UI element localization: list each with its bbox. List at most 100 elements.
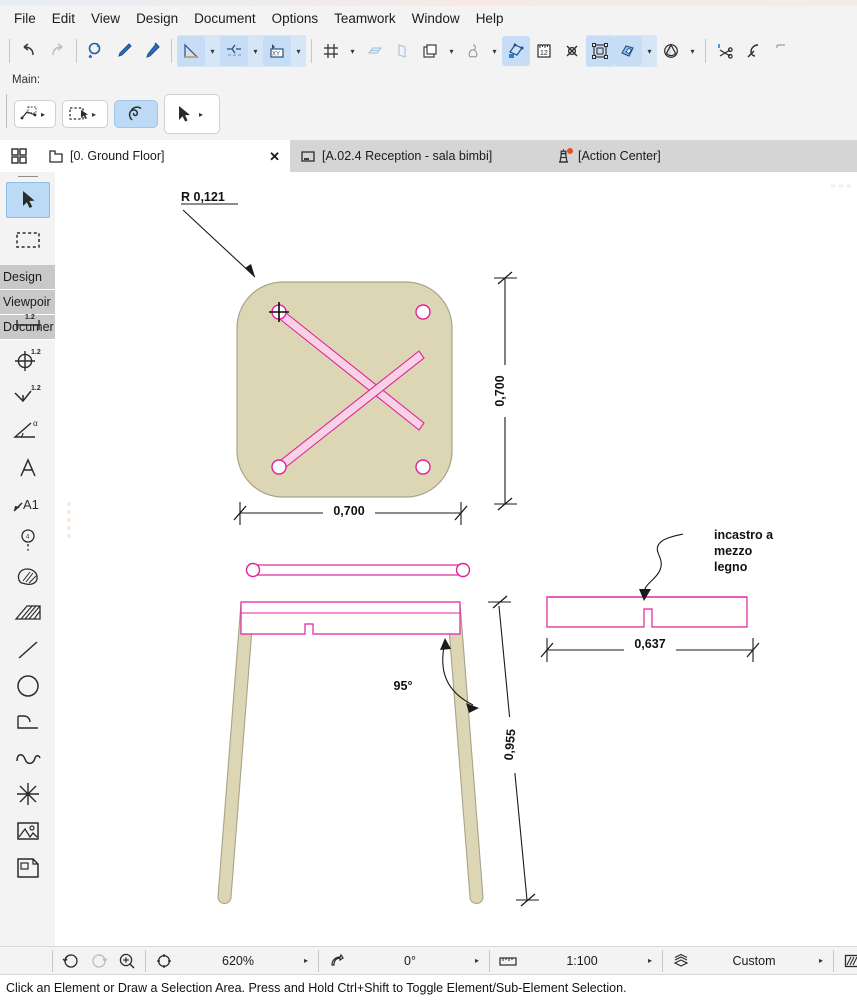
measure-button[interactable]: 12 <box>530 36 558 66</box>
svg-text:1.2: 1.2 <box>25 314 35 321</box>
layer-caret[interactable]: ▾ <box>444 36 459 66</box>
marquee-polyline-tool[interactable]: ▸ <box>14 100 56 128</box>
menu-file[interactable]: File <box>6 8 44 30</box>
menu-help[interactable]: Help <box>468 8 512 30</box>
orientation-icon[interactable] <box>323 948 351 974</box>
grid-display-button[interactable] <box>360 36 388 66</box>
hatch-tool[interactable] <box>6 594 50 630</box>
toolbar-divider <box>705 39 706 63</box>
tab-action-center[interactable]: [Action Center] <box>545 140 671 172</box>
elevation-dimension-tool[interactable]: 1.2 <box>6 376 50 412</box>
gravity-caret[interactable]: ▾ <box>685 36 700 66</box>
orientation-caret[interactable]: ▸ <box>469 956 485 965</box>
marquee-selection-tool[interactable]: ▸ <box>62 100 108 128</box>
menu-options[interactable]: Options <box>264 8 327 30</box>
grid-snap-caret[interactable]: ▾ <box>345 36 360 66</box>
zoom-previous-button[interactable] <box>57 948 85 974</box>
drawing-tool[interactable] <box>6 850 50 886</box>
figure-tool[interactable] <box>6 813 50 849</box>
hand-pan-tool[interactable] <box>114 100 158 128</box>
orientation-value[interactable]: 0° <box>351 954 469 968</box>
width-dimension: 0,700 <box>233 502 468 525</box>
scale-ruler-icon[interactable] <box>494 948 522 974</box>
marquee-polyline-caret[interactable]: ▸ <box>41 110 45 119</box>
rail-node-left <box>245 562 261 578</box>
story-level-caret[interactable]: ▾ <box>487 36 502 66</box>
element-transparency-button[interactable] <box>614 36 642 66</box>
pen-set-icon[interactable] <box>667 948 695 974</box>
coordinate-input-button[interactable]: XY <box>263 36 291 66</box>
menu-document[interactable]: Document <box>186 8 264 30</box>
angle-dimension-tool[interactable]: α <box>6 412 50 448</box>
menu-edit[interactable]: Edit <box>44 8 83 30</box>
layer-button[interactable] <box>416 36 444 66</box>
element-transparency-caret[interactable]: ▾ <box>642 36 657 66</box>
snap-guides-caret[interactable]: ▾ <box>248 36 263 66</box>
node-marker-button[interactable] <box>558 36 586 66</box>
marquee-tool[interactable] <box>6 222 50 258</box>
rail-detail-shape <box>546 596 748 628</box>
depth-dimension: 0,700 <box>493 271 517 511</box>
dashed-marquee-icon <box>68 105 90 123</box>
story-level-button[interactable] <box>459 36 487 66</box>
split-button[interactable] <box>711 36 739 66</box>
zoom-level-value[interactable]: 620% <box>178 954 298 968</box>
scale-caret[interactable]: ▸ <box>642 956 658 965</box>
tab-grid-view-button[interactable] <box>0 140 38 172</box>
leg-right <box>446 602 484 905</box>
undo-button[interactable] <box>15 36 43 66</box>
slab-view-button[interactable] <box>388 36 416 66</box>
magic-wand-button[interactable] <box>739 36 767 66</box>
arrow-select-tool[interactable] <box>6 182 50 218</box>
radial-dimension-tool[interactable]: 1.2 <box>6 340 50 376</box>
circle-tool[interactable] <box>6 668 50 704</box>
redo-button[interactable] <box>43 36 71 66</box>
menu-view[interactable]: View <box>83 8 128 30</box>
menu-window[interactable]: Window <box>404 8 468 30</box>
main-toolbar: Main: ▸ ▸ ▸ <box>0 70 857 140</box>
zoom-level-caret[interactable]: ▸ <box>298 956 314 965</box>
fit-in-window-button[interactable] <box>150 948 178 974</box>
label-tool[interactable]: A1 <box>6 486 50 522</box>
gravity-button[interactable] <box>657 36 685 66</box>
coordinate-input-caret[interactable]: ▾ <box>291 36 306 66</box>
status-divider <box>489 949 490 972</box>
inject-parameters-button[interactable] <box>138 36 166 66</box>
hotspot-tool[interactable] <box>6 776 50 812</box>
arrow-select-tool[interactable]: ▸ <box>164 94 220 134</box>
scale-value[interactable]: 1:100 <box>522 954 642 968</box>
panel-tab-design[interactable]: Design <box>0 265 55 290</box>
linear-dimension-tool[interactable]: 1.2 <box>6 304 50 340</box>
zoom-next-button[interactable] <box>85 948 113 974</box>
tab-reception-sala-bimbi[interactable]: [A.02.4 Reception - sala bimbi] <box>290 140 545 172</box>
polyline-tool[interactable] <box>6 704 50 740</box>
tab-ground-floor[interactable]: [0. Ground Floor] ✕ <box>38 140 290 172</box>
zone-tool[interactable]: 4 <box>6 522 50 558</box>
line-tool[interactable] <box>6 632 50 668</box>
menu-design[interactable]: Design <box>128 8 186 30</box>
pen-set-caret[interactable]: ▸ <box>813 956 829 965</box>
marquee-selection-caret[interactable]: ▸ <box>92 110 96 119</box>
panel-tab-label: Design <box>3 270 42 284</box>
zoom-select-button[interactable]: 1 <box>82 36 110 66</box>
overflow-button[interactable] <box>767 36 795 66</box>
marquee-3d-button[interactable] <box>586 36 614 66</box>
structure-display-icon[interactable] <box>838 948 857 974</box>
snap-guides-button[interactable] <box>220 36 248 66</box>
guide-lines-caret[interactable]: ▾ <box>205 36 220 66</box>
pick-up-parameters-button[interactable] <box>110 36 138 66</box>
menu-teamwork[interactable]: Teamwork <box>326 8 404 30</box>
arrow-select-caret[interactable]: ▸ <box>199 110 203 119</box>
pen-set-value[interactable]: Custom <box>695 954 813 968</box>
fill-tool[interactable] <box>6 558 50 594</box>
drawing-canvas[interactable]: R 0,121 0,700 0,700 95° 0,955 0,637 inca… <box>55 172 857 946</box>
tab-close-button[interactable]: ✕ <box>269 150 280 163</box>
polyline-marquee-icon <box>19 105 39 123</box>
guide-lines-button[interactable] <box>177 36 205 66</box>
3d-cutting-planes-button[interactable] <box>502 36 530 66</box>
spline-tool[interactable] <box>6 740 50 776</box>
text-tool[interactable] <box>6 450 50 486</box>
main-toolbar-drag-handle[interactable] <box>6 94 7 128</box>
zoom-in-button[interactable] <box>113 948 141 974</box>
grid-snap-button[interactable] <box>317 36 345 66</box>
